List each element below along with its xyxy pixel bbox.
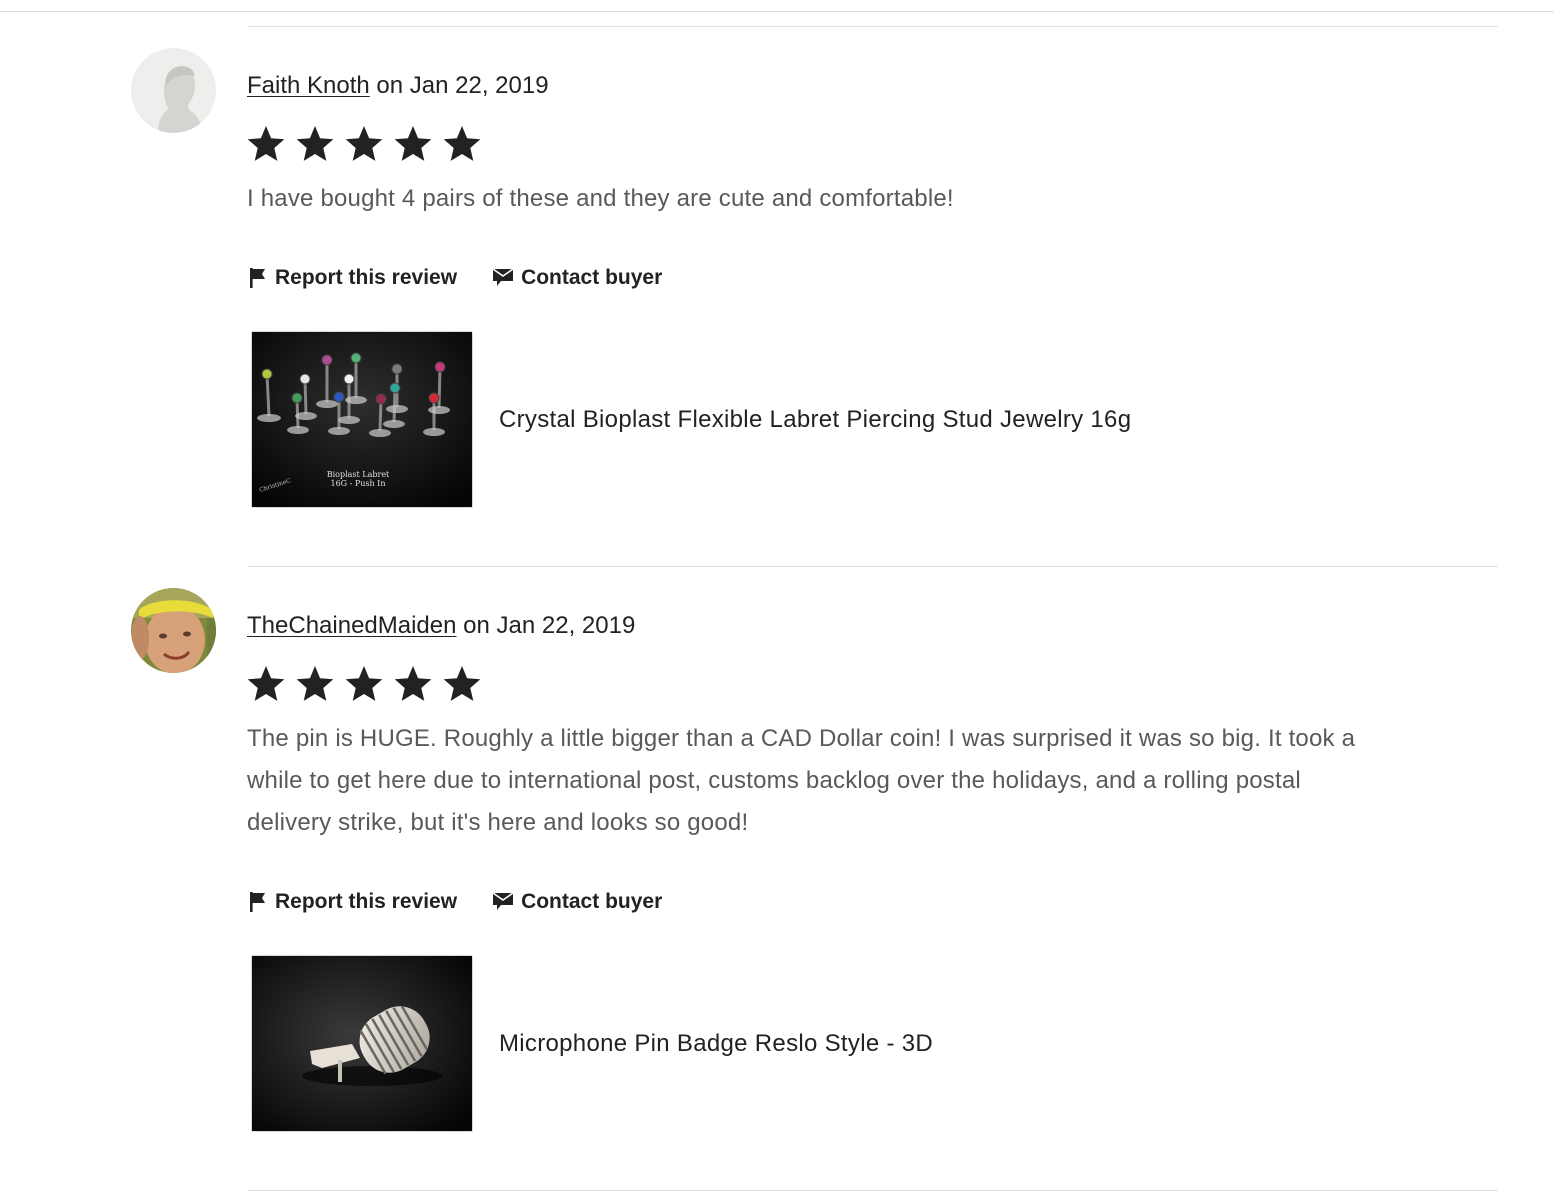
star-rating [245, 124, 490, 168]
report-review-label: Report this review [275, 266, 458, 289]
reviewer-name-link[interactable]: TheChainedMaiden [247, 612, 456, 639]
review-byline: TheChainedMaiden on Jan 22, 2019 [247, 612, 635, 640]
thumb-caption-line1: Bioplast Labret [327, 470, 390, 479]
report-review-button[interactable]: Report this review [247, 890, 457, 914]
review-actions: Report this review Contact buyer [247, 887, 662, 917]
star-icon [296, 666, 334, 701]
reviewed-listing[interactable]: Bioplast Labret 16G - Push In ChristineC… [251, 331, 1131, 508]
star-icon [296, 126, 334, 161]
review-text: I have bought 4 pairs of these and they … [247, 185, 954, 212]
report-review-label: Report this review [275, 890, 458, 913]
listing-thumbnail[interactable]: Bioplast Labret 16G - Push In ChristineC [251, 331, 473, 508]
star-rating [245, 664, 490, 708]
reviewer-avatar[interactable] [131, 48, 216, 133]
contact-buyer-button[interactable]: Contact buyer [491, 266, 662, 290]
star-icon [443, 126, 481, 161]
reviewer-avatar[interactable] [131, 588, 216, 673]
star-icon [345, 126, 383, 161]
reviews-page: Faith Knoth on Jan 22, 2019 I have bough… [0, 0, 1554, 1200]
contact-buyer-label: Contact buyer [521, 266, 663, 289]
reviewed-listing[interactable]: Microphone Pin Badge Reslo Style - 3D [251, 955, 933, 1132]
review-divider [247, 26, 1498, 27]
labret-studs-photo: Bioplast Labret 16G - Push In ChristineC [252, 332, 472, 507]
review-date: on Jan 22, 2019 [369, 72, 549, 99]
star-icon [394, 126, 432, 161]
review-text: The pin is HUGE. Roughly a little bigger… [247, 725, 1356, 836]
contact-buyer-button[interactable]: Contact buyer [491, 890, 662, 914]
review-date: on Jan 22, 2019 [456, 612, 636, 639]
report-review-button[interactable]: Report this review [247, 266, 457, 290]
star-icon [247, 666, 285, 701]
star-icon [345, 666, 383, 701]
thumb-caption-line2: 16G - Push In [330, 479, 385, 488]
review-divider [247, 566, 1498, 567]
review-actions: Report this review Contact buyer [247, 263, 662, 293]
listing-thumbnail[interactable] [251, 955, 473, 1132]
top-divider [0, 11, 1554, 12]
listing-title[interactable]: Microphone Pin Badge Reslo Style - 3D [499, 1030, 933, 1058]
listing-title[interactable]: Crystal Bioplast Flexible Labret Piercin… [499, 406, 1131, 434]
flag-icon [250, 892, 265, 912]
reviewer-name-link[interactable]: Faith Knoth [247, 72, 370, 99]
star-icon [247, 126, 285, 161]
review-byline: Faith Knoth on Jan 22, 2019 [247, 72, 549, 100]
flag-icon [250, 268, 265, 288]
microphone-pin-photo [252, 956, 472, 1131]
message-icon [492, 268, 514, 286]
review-divider [247, 1190, 1498, 1191]
message-icon [492, 892, 514, 910]
star-icon [443, 666, 481, 701]
contact-buyer-label: Contact buyer [521, 890, 663, 913]
user-photo-avatar [131, 588, 216, 673]
star-icon [394, 666, 432, 701]
default-avatar-icon [131, 48, 216, 133]
